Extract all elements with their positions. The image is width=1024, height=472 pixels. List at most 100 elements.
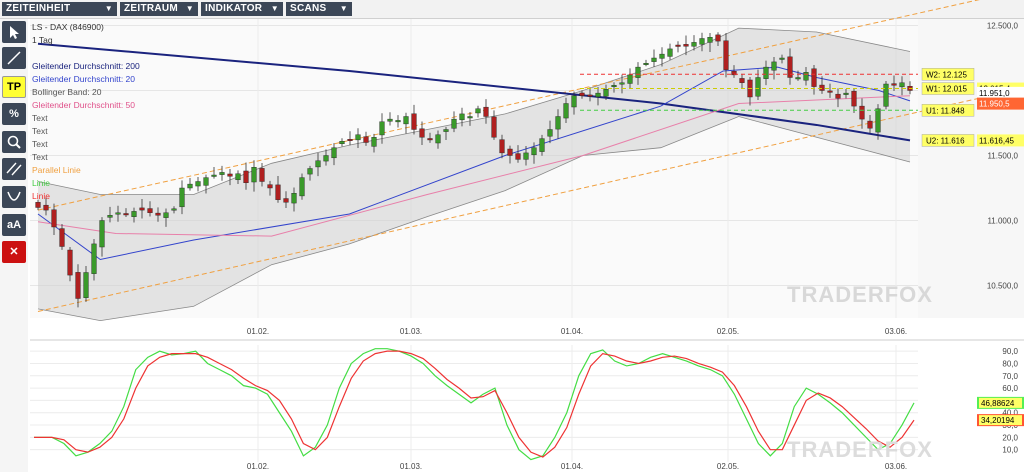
legend-entry: Text <box>32 113 48 123</box>
level-label-text: W2: 12.125 <box>926 70 967 79</box>
legend-entry: Text <box>32 152 48 162</box>
candle-body <box>355 134 361 141</box>
candle-body <box>123 213 129 216</box>
candle-body <box>899 82 905 88</box>
price-tag-text: 11.950,5 <box>979 100 1010 109</box>
candle-body <box>675 44 681 47</box>
candle-body <box>99 220 105 248</box>
oscillator-line <box>34 350 915 458</box>
candle-body <box>643 63 649 65</box>
candle-body <box>147 208 153 213</box>
legend-entry: Gleitender Durchschnitt: 50 <box>32 100 135 110</box>
candle-body <box>435 134 441 144</box>
legend-entry: Gleitender Durchschnitt: 20 <box>32 74 135 84</box>
candle-body <box>627 74 633 84</box>
x-tick-label: 02.05. <box>717 327 739 336</box>
candle-body <box>691 42 697 47</box>
candle-body <box>891 83 897 86</box>
level-label-text: U1: 11.848 <box>926 106 965 115</box>
y-axis-background <box>918 19 1024 318</box>
candle-body <box>107 215 113 218</box>
candle-body <box>587 94 593 97</box>
candle-body <box>251 166 257 183</box>
candle-body <box>859 105 865 120</box>
legend-entry: 1 Tag <box>32 35 53 45</box>
candle-body <box>83 272 89 298</box>
candle-body <box>635 66 641 78</box>
candle-body <box>195 181 201 187</box>
candle-body <box>155 212 161 216</box>
legend-entry: LS - DAX (846900) <box>32 22 104 32</box>
candle-body <box>427 138 433 141</box>
candle-body <box>715 34 721 42</box>
oscillator-tag-text: 46,88624 <box>981 399 1015 408</box>
candle-body <box>515 153 521 160</box>
x-tick-label: 01.04. <box>561 462 583 471</box>
candle-body <box>795 77 801 80</box>
y-tick-label: 80,0 <box>1002 359 1018 368</box>
candle-body <box>163 212 169 218</box>
x-tick-label: 01.02. <box>247 327 269 336</box>
level-label-text: U2: 11.616 <box>926 136 965 145</box>
y-tick-label: 90,0 <box>1002 347 1018 356</box>
candle-body <box>491 116 497 138</box>
candle-body <box>771 61 777 71</box>
candle-body <box>659 53 665 59</box>
candle-body <box>235 173 241 181</box>
oscillator-tag-text: 34,20194 <box>981 416 1015 425</box>
candle-body <box>699 38 705 45</box>
candle-body <box>683 44 689 47</box>
candle-body <box>179 187 185 208</box>
chart-area[interactable]: W2: 12.125 W1: 12.015 U1: 11.848 U2: 11.616… <box>0 0 1024 472</box>
legend-entry: Linie <box>32 178 50 188</box>
candle-body <box>275 184 281 200</box>
candle-body <box>475 108 481 114</box>
candle-body <box>395 120 401 123</box>
y-tick-label: 12.500,0 <box>987 22 1019 31</box>
candle-body <box>451 118 457 129</box>
candle-body <box>131 211 137 217</box>
level-label: W1: 12.015 <box>921 82 975 95</box>
candle-body <box>467 116 473 119</box>
candle-body <box>411 113 417 130</box>
candle-body <box>611 85 617 88</box>
candle-body <box>595 92 601 98</box>
candle-body <box>387 118 393 122</box>
candle-body <box>483 106 489 117</box>
candle-body <box>339 140 345 144</box>
candle-body <box>315 160 321 168</box>
candle-body <box>283 198 289 203</box>
x-tick-label: 01.03. <box>400 462 422 471</box>
legend-entry: Gleitender Durchschnitt: 200 <box>32 61 140 71</box>
candle-body <box>531 147 537 156</box>
candle-body <box>211 174 217 177</box>
candle-body <box>443 129 449 132</box>
y-tick-label: 11.000,0 <box>987 217 1018 226</box>
candle-body <box>563 103 569 119</box>
legend-entry: Linie <box>32 191 50 201</box>
candle-body <box>91 243 97 274</box>
candle-body <box>651 57 657 62</box>
candle-body <box>419 128 425 138</box>
level-label: U1: 11.848 <box>921 104 975 117</box>
candle-body <box>603 88 609 97</box>
y-tick-label: 20,0 <box>1002 433 1018 442</box>
candle-body <box>171 208 177 211</box>
candle-body <box>819 84 825 91</box>
level-label: W2: 12.125 <box>921 68 975 81</box>
y-tick-label: 11.500,0 <box>987 152 1018 161</box>
candle-body <box>43 204 49 211</box>
candle-body <box>851 90 857 107</box>
candle-body <box>459 113 465 121</box>
oscillator-line <box>34 348 915 461</box>
candle-body <box>507 148 513 156</box>
candle-body <box>571 95 577 108</box>
candle-body <box>67 249 73 276</box>
candle-body <box>539 138 545 152</box>
candle-body <box>59 228 65 247</box>
candle-body <box>803 72 809 81</box>
candle-body <box>883 83 889 107</box>
watermark-logo: TRADERFOX <box>787 437 933 462</box>
candle-body <box>307 168 313 175</box>
legend-entry: Text <box>32 139 48 149</box>
